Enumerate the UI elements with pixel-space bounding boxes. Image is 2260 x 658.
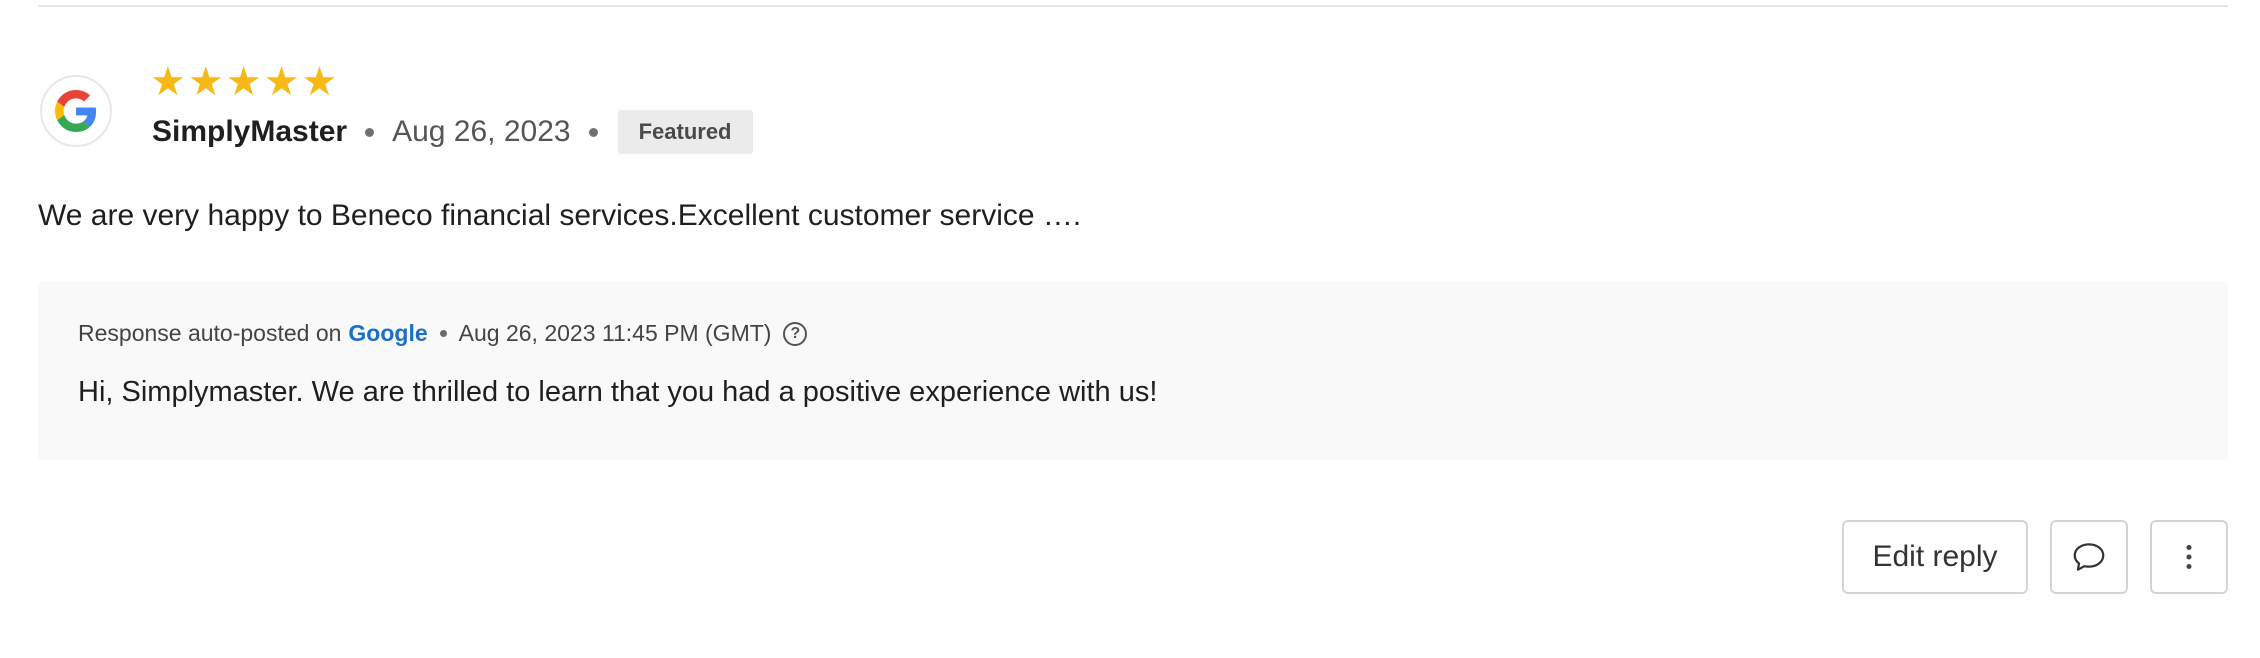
separator-dot — [439, 330, 447, 337]
vertical-dots-icon — [2186, 544, 2192, 570]
response-meta: Response auto-posted on Google Aug 26, 2… — [78, 320, 808, 347]
star-icon: ★ — [301, 60, 338, 104]
star-icon: ★ — [263, 60, 300, 104]
review-text: We are very happy to Beneco financial se… — [38, 199, 1082, 232]
top-divider — [38, 5, 2228, 7]
star-icon: ★ — [225, 60, 262, 104]
response-box: Response auto-posted on Google Aug 26, 2… — [38, 282, 2228, 460]
reviewer-name: SimplyMaster — [152, 115, 348, 148]
response-timestamp: Aug 26, 2023 11:45 PM (GMT) — [458, 320, 772, 346]
google-g-icon — [55, 90, 97, 132]
review-actions: Edit reply — [1842, 520, 2228, 594]
star-rating: ★ ★ ★ ★ ★ — [150, 60, 337, 104]
help-icon[interactable]: ? — [783, 321, 808, 346]
response-text: Hi, Simplymaster. We are thrilled to lea… — [78, 376, 1158, 408]
star-icon: ★ — [150, 60, 186, 104]
star-icon: ★ — [187, 60, 224, 104]
featured-badge: Featured — [617, 110, 753, 154]
edit-reply-label: Edit reply — [1872, 540, 1998, 573]
google-platform-link[interactable]: Google — [348, 320, 427, 347]
speech-bubble-icon — [2073, 543, 2105, 571]
more-options-button[interactable] — [2150, 520, 2228, 594]
comment-button[interactable] — [2050, 520, 2128, 594]
review-meta: SimplyMaster Aug 26, 2023 Featured — [152, 110, 753, 154]
response-prefix: Response auto-posted on — [78, 320, 342, 346]
edit-reply-button[interactable]: Edit reply — [1842, 520, 2028, 594]
separator-dot — [365, 127, 375, 137]
google-source-avatar — [40, 75, 112, 147]
review-date: Aug 26, 2023 — [392, 115, 571, 148]
separator-dot — [588, 127, 598, 137]
